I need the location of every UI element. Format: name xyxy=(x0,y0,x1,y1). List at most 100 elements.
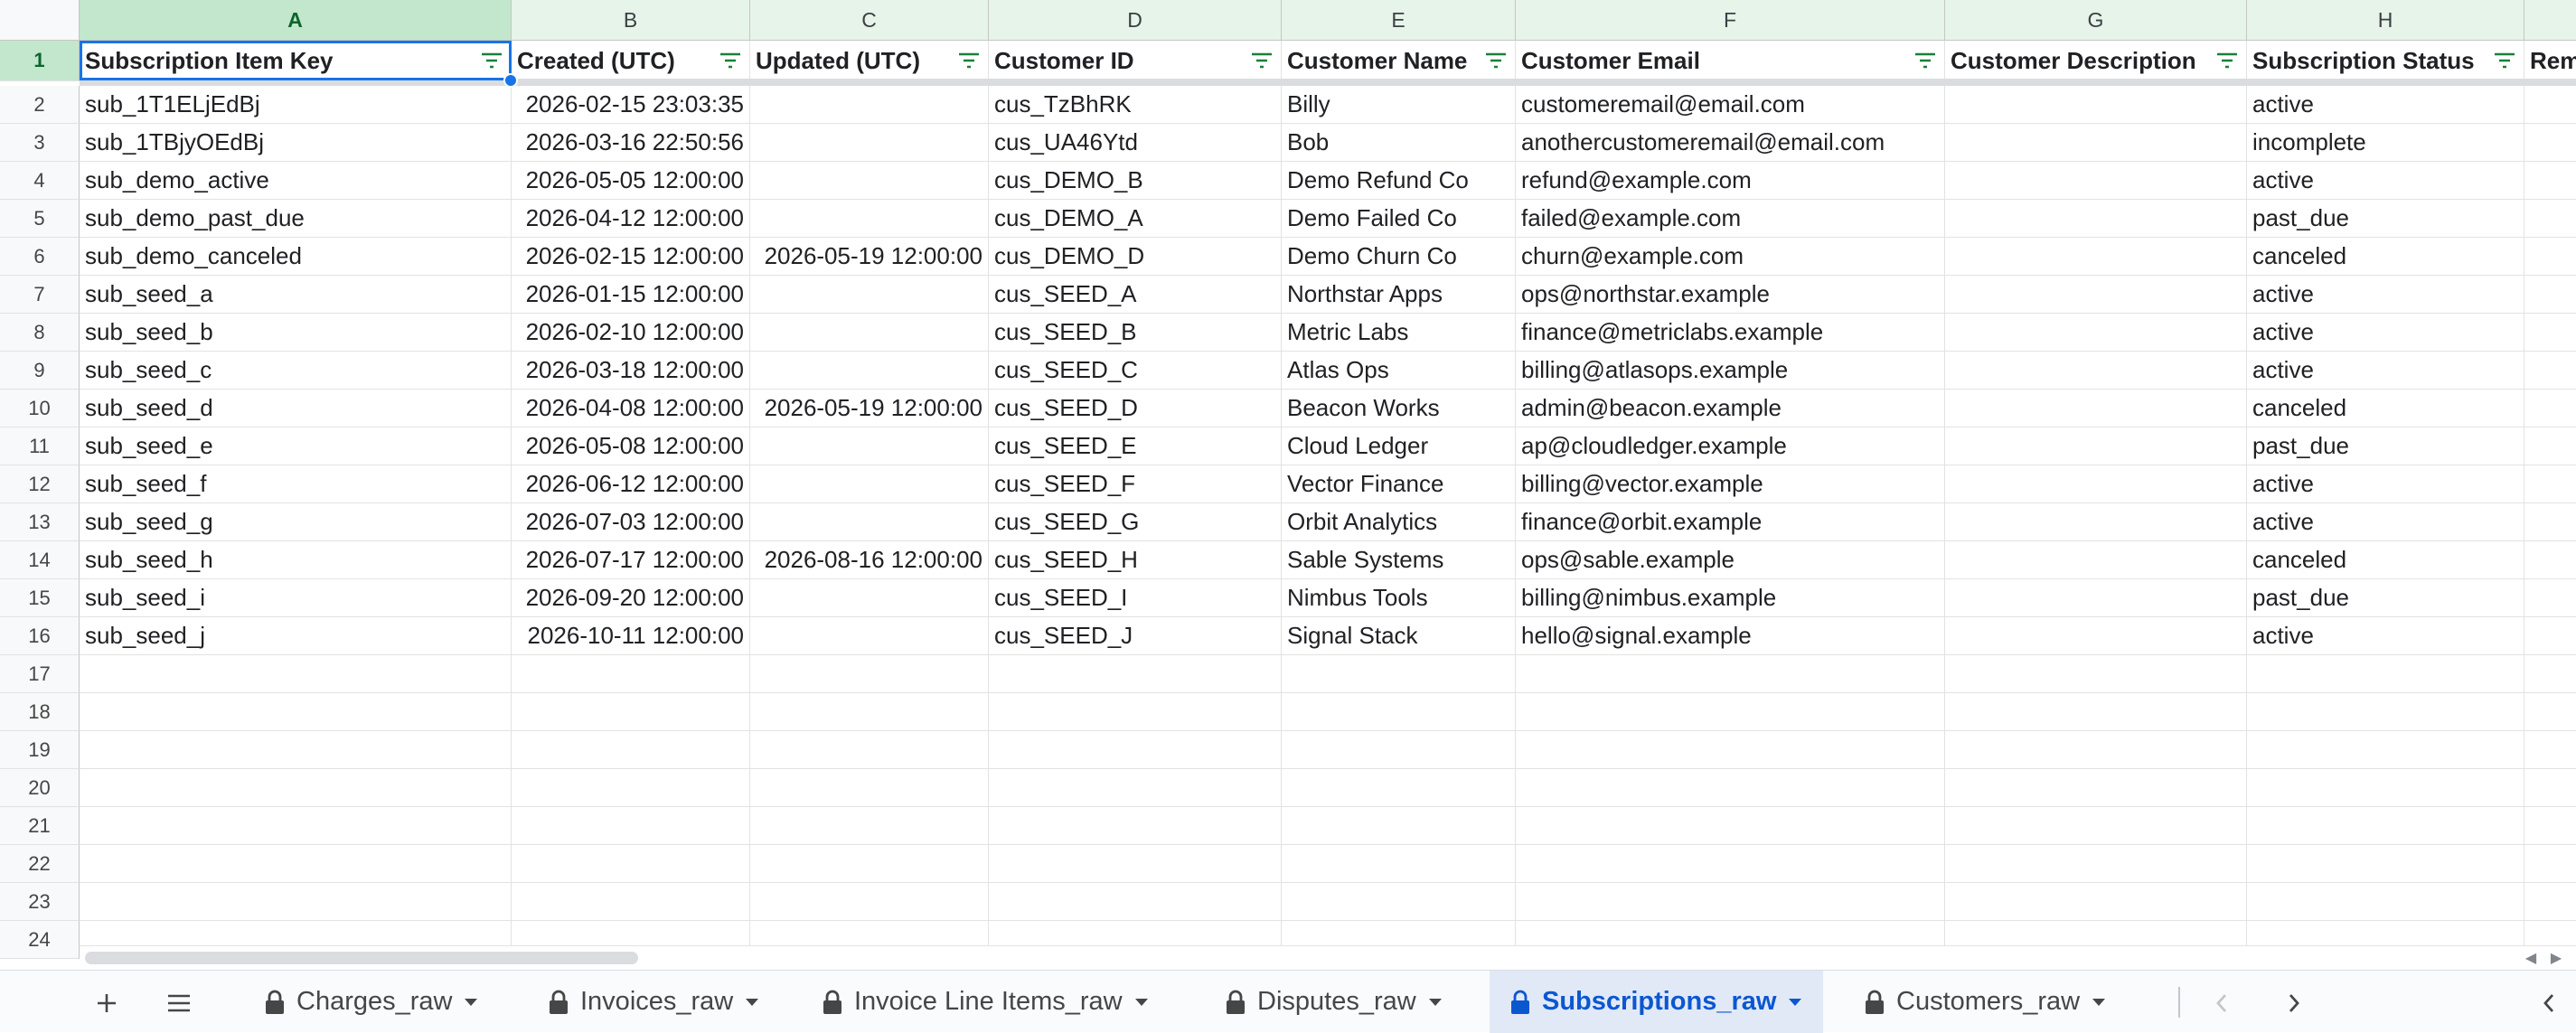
row-header[interactable]: 24 xyxy=(0,921,80,959)
table-cell[interactable]: 2026-04-12 12:00:00 xyxy=(512,200,750,238)
table-cell[interactable]: Beacon Works xyxy=(1282,390,1516,427)
table-cell[interactable]: Billy xyxy=(1282,86,1516,124)
table-cell[interactable]: 2026-05-08 12:00:00 xyxy=(512,427,750,465)
column-header-a[interactable]: A xyxy=(80,0,512,41)
empty-cell[interactable] xyxy=(2247,845,2524,883)
empty-cell[interactable] xyxy=(1516,655,1945,693)
empty-cell[interactable] xyxy=(989,845,1282,883)
table-cell[interactable] xyxy=(1945,162,2247,200)
filter-icon[interactable] xyxy=(2215,52,2239,70)
table-cell[interactable] xyxy=(750,200,989,238)
row-header[interactable]: 4 xyxy=(0,162,80,200)
sheet-tab-subscriptions-raw[interactable]: Subscriptions_raw xyxy=(1490,971,1824,1033)
table-cell[interactable]: Demo Failed Co xyxy=(1282,200,1516,238)
table-cell[interactable] xyxy=(2524,200,2576,238)
table-cell[interactable]: finance@orbit.example xyxy=(1516,503,1945,541)
table-cell[interactable]: sub_seed_j xyxy=(80,617,512,655)
empty-cell[interactable] xyxy=(1282,769,1516,807)
table-cell[interactable] xyxy=(750,276,989,314)
table-cell[interactable]: cus_DEMO_D xyxy=(989,238,1282,276)
column-header-g[interactable]: G xyxy=(1945,0,2247,41)
empty-cell[interactable] xyxy=(750,769,989,807)
table-cell[interactable]: cus_TzBhRK xyxy=(989,86,1282,124)
table-cell[interactable]: cus_SEED_B xyxy=(989,314,1282,352)
empty-cell[interactable] xyxy=(750,883,989,921)
table-cell[interactable]: 2026-09-20 12:00:00 xyxy=(512,579,750,617)
prev-sheet-button[interactable] xyxy=(2202,983,2242,1023)
row-header[interactable]: 9 xyxy=(0,352,80,390)
row-header[interactable]: 6 xyxy=(0,238,80,276)
caret-down-icon[interactable] xyxy=(1787,997,1803,1008)
fill-handle[interactable] xyxy=(503,73,518,88)
caret-down-icon[interactable] xyxy=(1133,997,1150,1008)
table-cell[interactable] xyxy=(1945,465,2247,503)
row-header[interactable]: 11 xyxy=(0,427,80,465)
row-header[interactable]: 18 xyxy=(0,693,80,731)
empty-cell[interactable] xyxy=(1282,845,1516,883)
horizontal-scrollbar[interactable]: ◀ ▶ xyxy=(80,945,2576,969)
sheet-tab-charges-raw[interactable]: Charges_raw xyxy=(244,971,499,1033)
table-cell[interactable] xyxy=(2524,314,2576,352)
column-header-f[interactable]: F xyxy=(1516,0,1945,41)
header-cell[interactable]: Rem xyxy=(2524,41,2576,81)
empty-cell[interactable] xyxy=(1945,769,2247,807)
frozen-row-divider[interactable] xyxy=(80,79,2576,86)
table-cell[interactable]: cus_SEED_F xyxy=(989,465,1282,503)
caret-down-icon[interactable] xyxy=(463,997,479,1008)
empty-cell[interactable] xyxy=(989,693,1282,731)
table-cell[interactable] xyxy=(750,162,989,200)
empty-cell[interactable] xyxy=(1945,845,2247,883)
table-cell[interactable] xyxy=(2524,465,2576,503)
table-cell[interactable]: hello@signal.example xyxy=(1516,617,1945,655)
table-cell[interactable]: Nimbus Tools xyxy=(1282,579,1516,617)
table-cell[interactable]: Northstar Apps xyxy=(1282,276,1516,314)
table-cell[interactable] xyxy=(1945,86,2247,124)
empty-cell[interactable] xyxy=(1516,845,1945,883)
table-cell[interactable]: Vector Finance xyxy=(1282,465,1516,503)
table-cell[interactable]: Atlas Ops xyxy=(1282,352,1516,390)
table-cell[interactable]: 2026-05-19 12:00:00 xyxy=(750,390,989,427)
empty-cell[interactable] xyxy=(80,807,512,845)
filter-icon[interactable] xyxy=(1913,52,1937,70)
empty-cell[interactable] xyxy=(1282,807,1516,845)
table-cell[interactable]: cus_SEED_A xyxy=(989,276,1282,314)
empty-cell[interactable] xyxy=(989,655,1282,693)
table-cell[interactable]: sub_seed_e xyxy=(80,427,512,465)
row-header[interactable]: 10 xyxy=(0,390,80,427)
empty-cell[interactable] xyxy=(80,769,512,807)
table-cell[interactable] xyxy=(1945,314,2247,352)
table-cell[interactable] xyxy=(750,503,989,541)
table-cell[interactable]: active xyxy=(2247,314,2524,352)
table-cell[interactable]: customeremail@email.com xyxy=(1516,86,1945,124)
table-cell[interactable]: active xyxy=(2247,276,2524,314)
table-cell[interactable]: 2026-10-11 12:00:00 xyxy=(512,617,750,655)
header-cell[interactable]: Customer Email xyxy=(1516,41,1945,81)
table-cell[interactable]: 2026-07-03 12:00:00 xyxy=(512,503,750,541)
table-cell[interactable]: active xyxy=(2247,86,2524,124)
table-cell[interactable]: sub_demo_past_due xyxy=(80,200,512,238)
filter-icon[interactable] xyxy=(1250,52,1274,70)
empty-cell[interactable] xyxy=(1945,693,2247,731)
row-header[interactable]: 20 xyxy=(0,769,80,807)
table-cell[interactable]: Signal Stack xyxy=(1282,617,1516,655)
table-cell[interactable] xyxy=(750,465,989,503)
scroll-left-icon[interactable]: ◀ xyxy=(2520,948,2542,968)
row-header[interactable]: 17 xyxy=(0,655,80,693)
empty-cell[interactable] xyxy=(989,731,1282,769)
table-cell[interactable]: 2026-08-16 12:00:00 xyxy=(750,541,989,579)
empty-cell[interactable] xyxy=(2247,655,2524,693)
table-cell[interactable]: Demo Refund Co xyxy=(1282,162,1516,200)
empty-cell[interactable] xyxy=(750,807,989,845)
scrollbar-thumb[interactable] xyxy=(85,952,638,964)
table-cell[interactable]: 2026-05-05 12:00:00 xyxy=(512,162,750,200)
table-cell[interactable]: Bob xyxy=(1282,124,1516,162)
table-cell[interactable]: sub_seed_g xyxy=(80,503,512,541)
sheet-tab-customers-raw[interactable]: Customers_raw xyxy=(1844,971,2127,1033)
empty-cell[interactable] xyxy=(1282,693,1516,731)
table-cell[interactable]: active xyxy=(2247,503,2524,541)
table-cell[interactable]: Cloud Ledger xyxy=(1282,427,1516,465)
empty-cell[interactable] xyxy=(1945,807,2247,845)
table-cell[interactable]: churn@example.com xyxy=(1516,238,1945,276)
header-cell[interactable]: Subscription Item Key xyxy=(80,41,512,81)
table-cell[interactable]: cus_SEED_C xyxy=(989,352,1282,390)
